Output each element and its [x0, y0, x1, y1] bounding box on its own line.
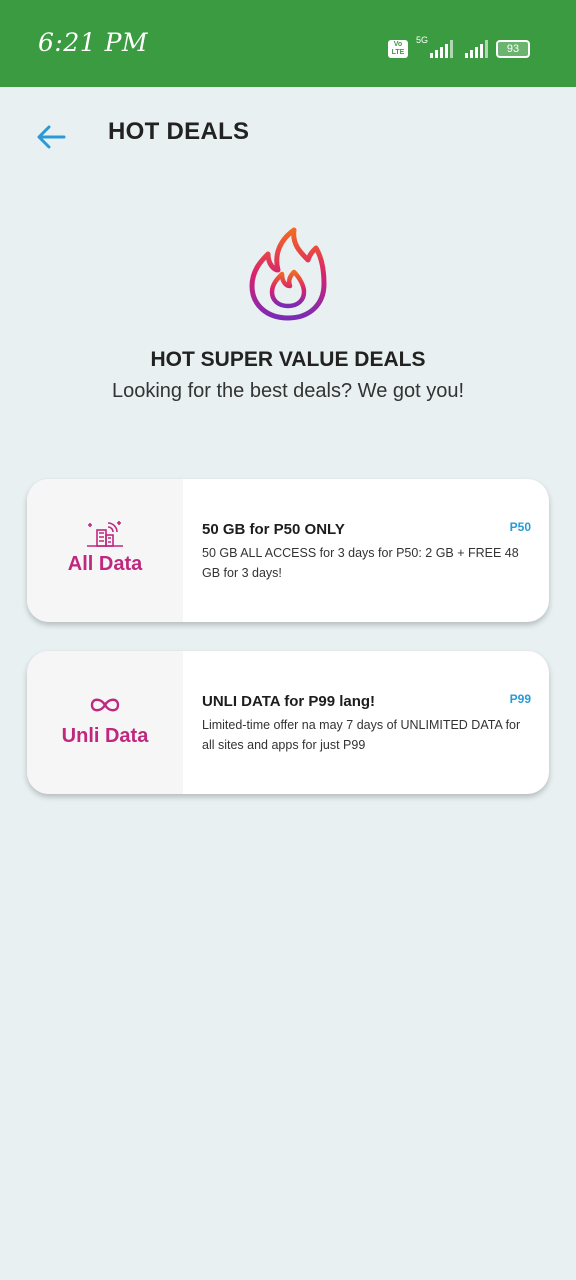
deal-description: 50 GB ALL ACCESS for 3 days for P50: 2 G… — [202, 546, 519, 580]
battery-icon: 93 — [496, 40, 530, 58]
back-button[interactable] — [34, 122, 68, 152]
all-data-icon — [86, 519, 124, 547]
signal-icon-sim2 — [465, 38, 488, 58]
status-icons: Vo LTE 5G 93 — [388, 36, 530, 58]
status-time: 6:21 PM — [38, 28, 149, 57]
deal-price: P99 — [509, 692, 531, 706]
deal-price: P50 — [509, 520, 531, 534]
signal-icon-sim1 — [430, 38, 453, 58]
infinity-icon — [86, 691, 124, 719]
deal-title: UNLI DATA for P99 lang! — [202, 693, 376, 710]
status-bar: 6:21 PM Vo LTE 5G 93 — [0, 0, 576, 87]
flame-icon — [246, 226, 330, 322]
deal-category-panel: All Data — [27, 479, 183, 622]
deal-description: Limited-time offer na may 7 days of UNLI… — [202, 718, 521, 752]
deal-card-all-data[interactable]: All Data 50 GB for P50 ONLY P50 50 GB AL… — [27, 479, 549, 622]
back-arrow-icon — [37, 125, 66, 149]
deal-category-label: Unli Data — [61, 725, 149, 747]
hero-title: HOT SUPER VALUE DEALS — [150, 348, 426, 371]
deal-category-panel: Unli Data — [27, 651, 183, 794]
hero-subtitle: Looking for the best deals? We got you! — [111, 380, 465, 402]
deal-card-unli-data[interactable]: Unli Data UNLI DATA for P99 lang! P99 Li… — [27, 651, 549, 794]
deal-category-label: All Data — [67, 553, 143, 575]
page-title: HOT DEALS — [108, 118, 250, 145]
network-type-label: 5G — [416, 35, 429, 45]
deal-title: 50 GB for P50 ONLY — [202, 521, 345, 538]
volte-icon: Vo LTE — [388, 40, 408, 58]
